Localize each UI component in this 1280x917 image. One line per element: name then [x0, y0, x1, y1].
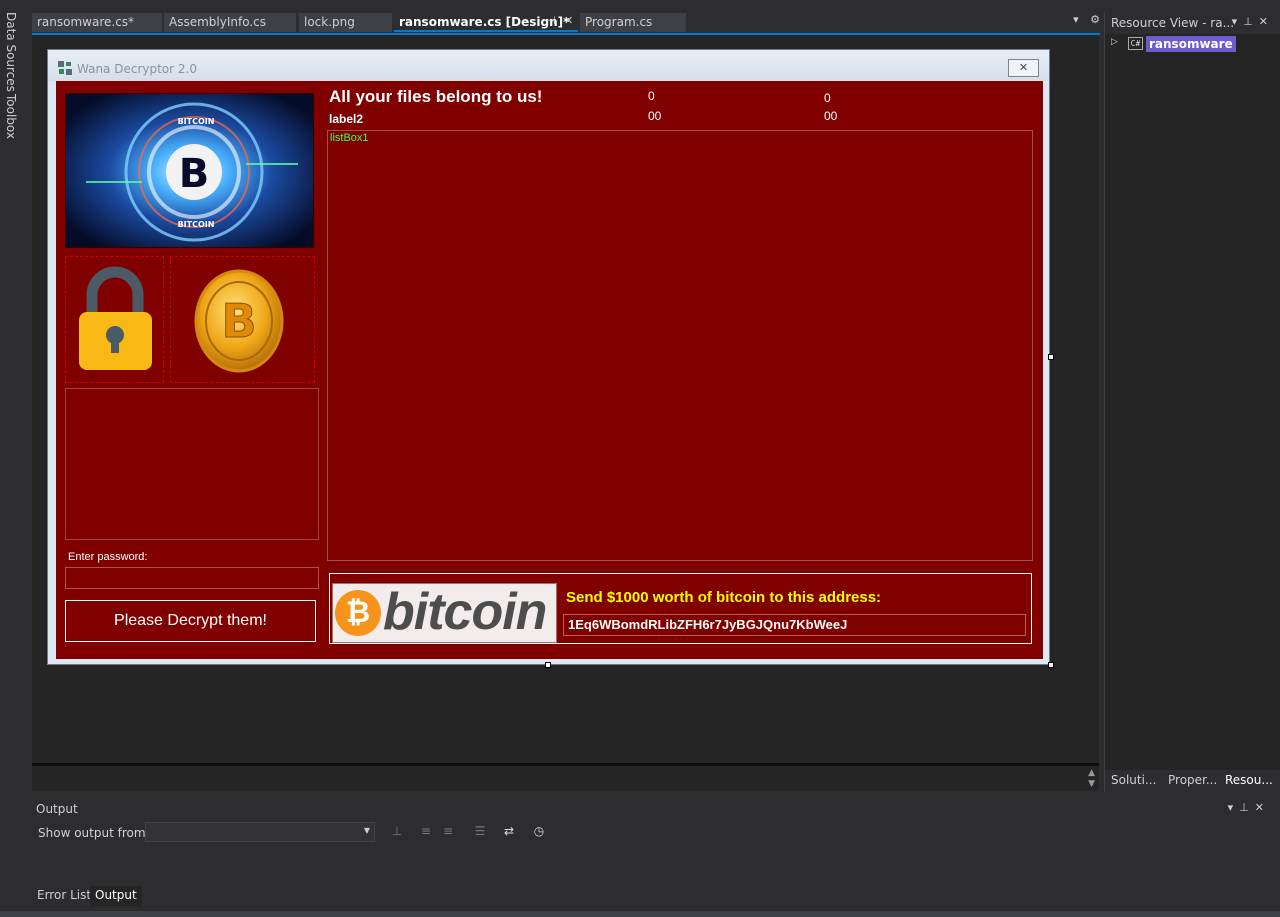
output-title: Output — [36, 802, 78, 816]
resource-view-title: Resource View - ra... — [1111, 16, 1235, 30]
tab-error-list[interactable]: Error List — [32, 886, 96, 906]
gear-icon[interactable]: ⚙ — [1090, 13, 1100, 26]
panel-controls: ▾⊥✕ — [1232, 15, 1274, 28]
pin-icon[interactable]: ⊥ — [1239, 801, 1255, 814]
chevron-down-icon[interactable]: ▼ — [364, 826, 370, 835]
expand-arrow-icon[interactable]: ▷ — [1111, 37, 1118, 47]
form-titlebar: Wana Decryptor 2.0 ✕ — [48, 50, 1049, 81]
bottom-tabs: Error List Output — [32, 884, 1280, 906]
resize-handle-bottom[interactable] — [545, 662, 551, 668]
document-tabs: ransomware.cs* AssemblyInfo.cs lock.png … — [32, 12, 1100, 34]
show-output-label: Show output from: — [38, 826, 150, 840]
tab-assemblyinfo[interactable]: AssemblyInfo.cs — [164, 13, 296, 32]
tab-ransomware-design-label: ransomware.cs [Design]* — [399, 15, 570, 29]
tab-resource-view[interactable]: Resou... — [1225, 773, 1273, 787]
close-tab-icon[interactable]: ✕ — [564, 14, 573, 27]
app-icon — [58, 61, 72, 75]
find-message-icon[interactable]: ⊥ — [389, 824, 405, 840]
bitcoin-logo: ₿ bitcoin — [332, 583, 557, 643]
clock-icon[interactable]: ◷ — [531, 824, 547, 840]
form-title: Wana Decryptor 2.0 — [77, 62, 197, 76]
decrypt-button[interactable]: Please Decrypt them! — [65, 600, 316, 642]
empty-panel — [65, 388, 319, 540]
lock-icon — [79, 266, 152, 370]
tab-solution-explorer[interactable]: Soluti... — [1111, 773, 1156, 787]
csharp-project-icon: C# — [1128, 37, 1143, 50]
pin-icon[interactable]: ⊥ — [1243, 15, 1259, 28]
coin-picture: B — [170, 256, 315, 383]
svg-text:B: B — [179, 151, 210, 197]
label2: label2 — [329, 112, 364, 126]
bitcoin-symbol-icon: ₿ — [335, 590, 381, 636]
output-controls: ▾⊥✕ — [1228, 801, 1270, 814]
lock-picture — [65, 256, 164, 383]
tab-output[interactable]: Output — [90, 886, 142, 906]
bitcoin-logo-word: bitcoin — [383, 583, 547, 641]
tab-program-cs[interactable]: Program.cs — [580, 13, 686, 32]
tab-properties[interactable]: Proper... — [1168, 773, 1217, 787]
chevron-down-icon[interactable]: ▾ — [1073, 13, 1079, 26]
counter-bottom-2: 00 — [824, 109, 838, 123]
form-close-button[interactable]: ✕ — [1008, 59, 1039, 77]
tree-item-label: ransomware — [1146, 36, 1236, 52]
resize-handle-right[interactable] — [1048, 354, 1054, 360]
tab-ransomware-cs[interactable]: ransomware.cs* — [32, 13, 162, 32]
close-icon[interactable]: ✕ — [1259, 15, 1274, 28]
bitcoin-art-picture: B BITCOIN BITCOIN — [65, 93, 314, 248]
ransom-heading: All your files belong to us! — [329, 87, 543, 106]
component-tray: ▲ ▼ — [32, 763, 1099, 791]
svg-text:BITCOIN: BITCOIN — [178, 117, 215, 126]
bitcoin-address-field[interactable]: 1Eq6WBomdRLibZFH6r7JyBGJQnu7KbWeeJ — [563, 614, 1026, 636]
bitcoin-coin-icon: B — [194, 269, 284, 373]
prev-message-icon[interactable]: ≡ — [418, 824, 434, 840]
svg-text:BITCOIN: BITCOIN — [178, 220, 215, 229]
scroll-arrows[interactable]: ▲ ▼ — [1088, 768, 1095, 790]
listbox-placeholder: listBox1 — [330, 132, 369, 144]
pin-icon[interactable]: ⊣ — [546, 14, 556, 27]
word-wrap-icon[interactable]: ⇄ — [501, 824, 517, 840]
toolbox-tab[interactable]: Toolbox — [4, 94, 18, 139]
resize-handle-corner[interactable] — [1048, 662, 1054, 668]
form-window[interactable]: Wana Decryptor 2.0 ✕ B BITCOIN BITCOIN B… — [47, 49, 1050, 665]
resource-view-header: Resource View - ra... ▾⊥✕ — [1105, 12, 1280, 34]
clear-all-icon[interactable]: ☰ — [472, 824, 488, 840]
password-input[interactable] — [65, 567, 319, 589]
bitcoin-art-image: B BITCOIN BITCOIN — [66, 94, 313, 247]
ide-window: Data Sources Toolbox ransomware.cs* Asse… — [0, 0, 1280, 917]
chevron-down-icon[interactable]: ▾ — [1232, 15, 1244, 28]
data-sources-tab[interactable]: Data Sources — [4, 12, 18, 92]
svg-text:B: B — [221, 294, 256, 348]
close-icon[interactable]: ✕ — [1255, 801, 1270, 814]
status-bar — [0, 911, 1280, 917]
chevron-down-icon[interactable]: ▾ — [1228, 801, 1240, 814]
counter-top-2: 0 — [824, 91, 831, 105]
counter-bottom-1: 00 — [648, 109, 662, 123]
password-label: Enter password: — [68, 551, 148, 563]
tab-dropdown-icons: ▾ ⚙ — [1073, 13, 1100, 26]
payment-panel: ₿ bitcoin Send $1000 worth of bitcoin to… — [329, 573, 1032, 644]
file-listbox[interactable]: listBox1 — [327, 130, 1033, 561]
right-panel-tabs: Soluti... Proper... Resou... — [1105, 770, 1280, 792]
resource-view-panel: Resource View - ra... ▾⊥✕ ▷ C# ransomwar… — [1104, 12, 1280, 792]
output-source-select[interactable]: ▼ — [145, 822, 375, 842]
tab-lock-png[interactable]: lock.png — [299, 13, 392, 32]
form-client-area: B BITCOIN BITCOIN B Enter password: Plea… — [56, 81, 1043, 659]
left-tool-strip: Data Sources Toolbox — [0, 8, 28, 808]
counter-top-1: 0 — [648, 89, 655, 103]
next-message-icon[interactable]: ≡ — [440, 824, 456, 840]
output-pane: Output ▾⊥✕ Show output from: ▼ ⊥ ≡ ≡ ☰ ⇄… — [32, 798, 1280, 884]
send-instruction: Send $1000 worth of bitcoin to this addr… — [566, 589, 882, 606]
